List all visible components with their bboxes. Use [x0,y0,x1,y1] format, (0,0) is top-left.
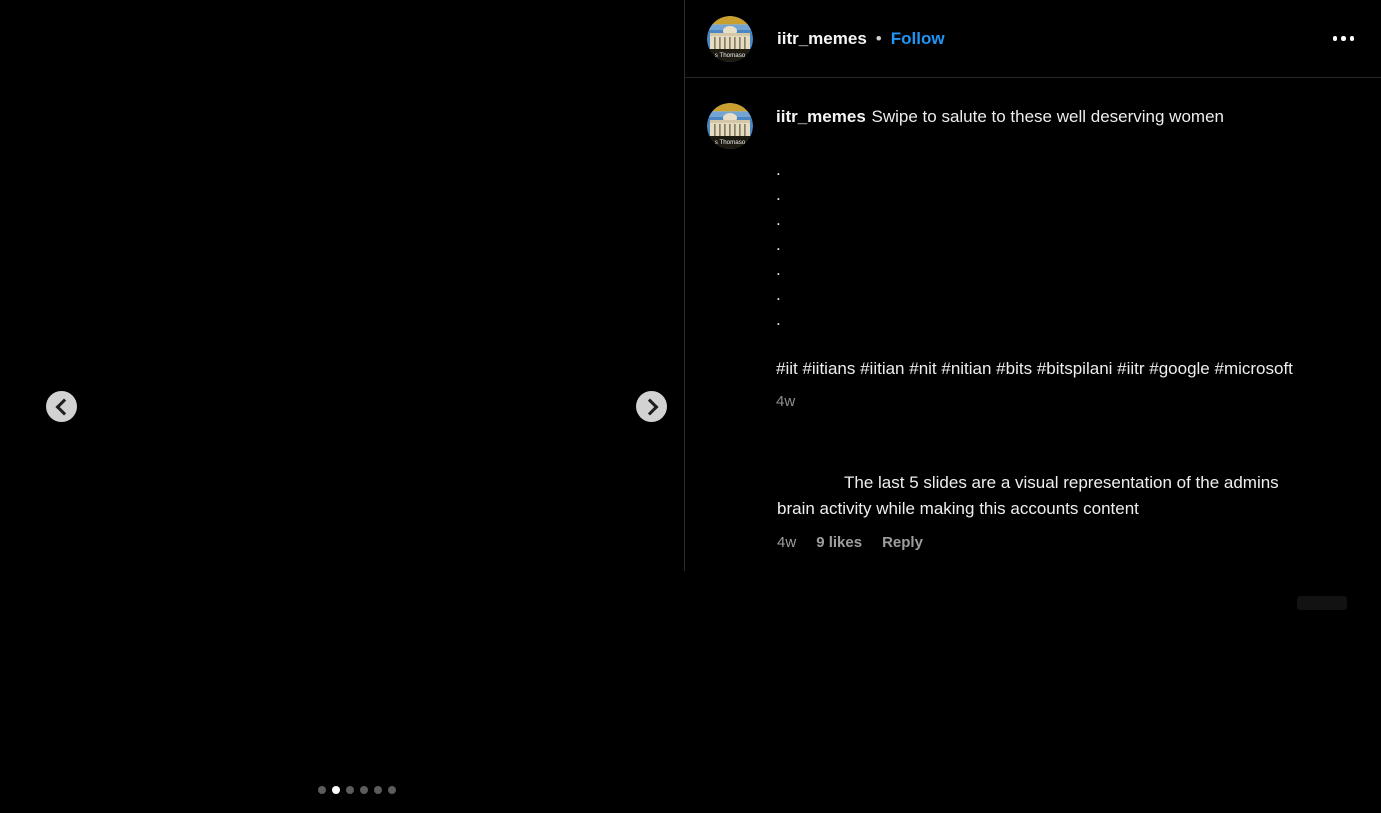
caption-dot-line: . [776,157,1310,182]
carousel-dot [318,786,326,794]
carousel-dot [346,786,354,794]
caption-dot-line: . [776,182,1310,207]
comment: The last 5 slides are a visual represent… [777,470,1311,522]
chevron-right-icon [641,398,658,415]
avatar-image: s Thomaso [707,16,753,62]
comment-reply-button[interactable]: Reply [882,534,923,552]
post-panel: s Thomaso iitr_memes • Follow [685,0,1381,813]
carousel-dot [388,786,396,794]
caption-dot-line: . [776,307,1310,332]
artifact-smudge [1297,596,1347,610]
header-username[interactable]: iitr_memes [777,29,867,49]
avatar-image: s Thomaso [707,103,753,149]
follow-button[interactable]: Follow [891,29,945,49]
comment-meta: 4w 9 likes Reply [777,534,923,552]
carousel-prev-button[interactable] [46,391,77,422]
caption-timestamp: 4w [776,393,1310,411]
caption-dot-line: . [776,232,1310,257]
post-header: s Thomaso iitr_memes • Follow [685,0,1381,78]
caption-avatar[interactable]: s Thomaso [707,103,753,149]
caption-username[interactable]: iitr_memes [776,107,866,126]
comment-timestamp: 4w [777,534,796,552]
ellipsis-icon [1333,36,1338,41]
caption-dot-line: . [776,257,1310,282]
carousel-dot [360,786,368,794]
caption-dot-line: . [776,282,1310,307]
caption-dot-line: . [776,207,1310,232]
comment-likes[interactable]: 9 likes [816,534,862,552]
carousel-dot [374,786,382,794]
header-separator: • [876,29,882,49]
caption-block: iitr_memes Swipe to salute to these well… [776,104,1310,411]
carousel-next-button[interactable] [636,391,667,422]
comment-text: The last 5 slides are a visual represent… [777,473,1279,518]
caption-line: iitr_memes Swipe to salute to these well… [776,104,1310,129]
more-options-button[interactable] [1331,28,1357,49]
comment-username-redacted [777,486,844,488]
instagram-post-view: s Thomaso iitr_memes • Follow [0,0,1381,813]
carousel-dot [332,786,340,794]
carousel-media-area [0,0,684,813]
caption-dot-lines: ....... [776,157,1310,332]
svg-text:s Thomaso: s Thomaso [715,52,746,59]
caption-text: Swipe to salute to these well deserving … [872,107,1224,126]
profile-avatar[interactable]: s Thomaso [707,16,753,62]
carousel-dots [318,786,396,794]
svg-text:s Thomaso: s Thomaso [715,139,746,146]
caption-hashtags[interactable]: #iit #iitians #iitian #nit #nitian #bits… [776,356,1310,381]
chevron-left-icon [55,398,72,415]
